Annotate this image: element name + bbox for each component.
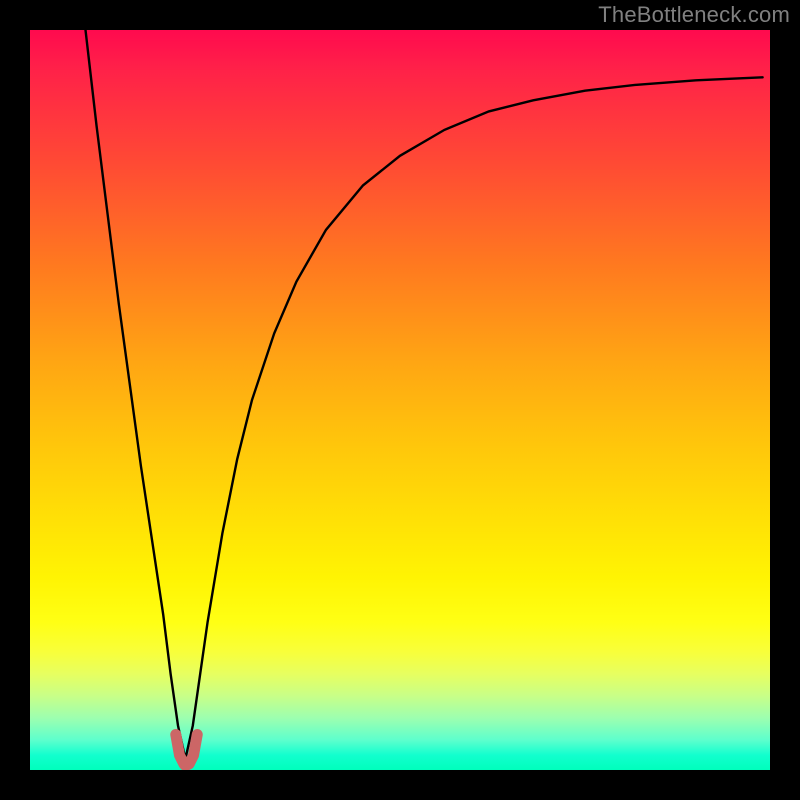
plot-area[interactable] (30, 30, 770, 770)
chart-frame: TheBottleneck.com (0, 0, 800, 800)
bottleneck-curve-path (86, 30, 763, 759)
curve-layer (30, 30, 770, 770)
watermark-text: TheBottleneck.com (598, 2, 790, 28)
